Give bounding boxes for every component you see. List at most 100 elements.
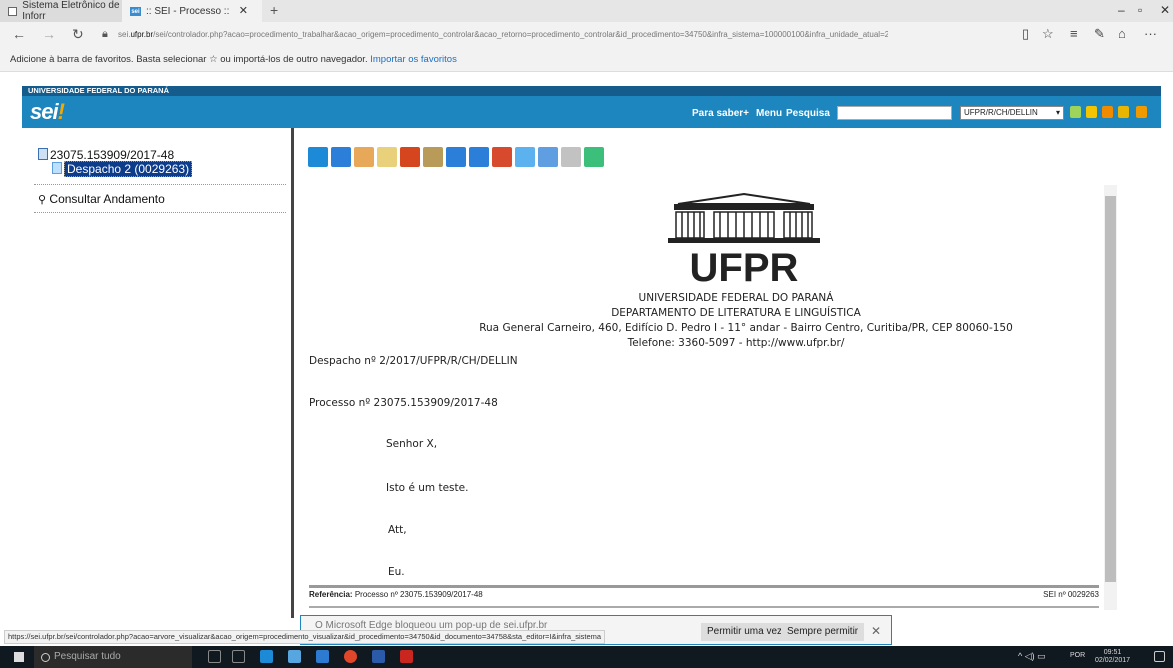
clock-date: 02/02/2017 <box>1095 657 1131 664</box>
magnifier-icon: ⚲ <box>38 194 47 206</box>
sei-number: SEI nº 0029263 <box>1043 590 1099 599</box>
search-input[interactable] <box>837 106 952 120</box>
chrome-icon[interactable] <box>344 650 357 663</box>
menu-link[interactable]: Menu <box>756 108 782 119</box>
allow-once-button[interactable]: Permitir uma vez <box>701 623 789 641</box>
new-tab-button[interactable]: + <box>270 2 278 18</box>
delete-icon[interactable] <box>584 147 604 167</box>
chevron-down-icon: ▾ <box>1055 108 1060 117</box>
print-icon[interactable] <box>492 147 512 167</box>
more-icon[interactable]: ··· <box>1144 26 1157 41</box>
sei-logo[interactable]: sei! <box>30 99 65 125</box>
store-icon[interactable] <box>316 650 329 663</box>
body-text: Isto é um teste. <box>386 482 469 494</box>
status-bar: https://sei.ufpr.br/sei/controlador.php?… <box>4 630 606 644</box>
logout-icon[interactable] <box>1136 106 1147 118</box>
tree-divider <box>34 212 286 213</box>
consultar-andamento-link[interactable]: ⚲ Consultar Andamento <box>38 192 165 206</box>
tab-label: :: SEI - Processo :: <box>146 5 230 17</box>
favorite-star-icon[interactable]: ☆ <box>1042 26 1054 42</box>
tray-icons[interactable]: ^ ◁) ▭ <box>1018 651 1046 662</box>
web-note-icon[interactable]: ✎ <box>1094 26 1105 42</box>
taskbar-search[interactable]: Pesquisar tudo <box>34 646 192 668</box>
doc-header-line: Rua General Carneiro, 460, Edifício D. P… <box>479 322 1013 334</box>
processo-number: Processo nº 23075.153909/2017-48 <box>309 397 498 409</box>
notification-center-icon[interactable] <box>1154 651 1165 662</box>
lock-icon: 🔒︎ <box>102 28 108 40</box>
forward-icon[interactable]: → <box>42 26 56 42</box>
reading-view-icon[interactable]: ▯ <box>1022 26 1029 42</box>
reference-divider <box>309 585 1099 588</box>
annotate-icon[interactable] <box>423 147 443 167</box>
windows-start-icon[interactable] <box>14 652 24 662</box>
grid-icon[interactable] <box>1070 106 1081 118</box>
file-explorer-icon[interactable] <box>288 650 301 663</box>
tools-icon[interactable] <box>1118 106 1129 118</box>
sign-icon[interactable] <box>377 147 397 167</box>
pesquisa-link[interactable]: Pesquisa <box>786 108 830 119</box>
edge-icon[interactable] <box>260 650 273 663</box>
restore-icon[interactable]: ▫ <box>1138 3 1142 17</box>
tab-sei-system[interactable]: Sistema Eletrônico de Inforr <box>0 0 122 22</box>
view-icon[interactable] <box>331 147 351 167</box>
approve-icon[interactable] <box>354 147 374 167</box>
share-icon[interactable]: ⌂ <box>1118 26 1126 41</box>
greeting: Senhor X, <box>386 438 438 450</box>
windows-taskbar: Pesquisar tudo ^ ◁) ▭ POR 09:51 02/02/201… <box>0 646 1173 668</box>
close-window-icon[interactable]: ✕ <box>1160 3 1170 17</box>
closing: Att, <box>388 524 407 536</box>
tab-sei-processo[interactable]: sei :: SEI - Processo :: ✕ <box>122 0 262 22</box>
para-saber-link[interactable]: Para saber+ <box>692 108 749 119</box>
url-field[interactable]: sei.ufpr.br/sei/controlador.php?acao=pro… <box>118 27 888 43</box>
tab-label: Sistema Eletrônico de Inforr <box>22 0 120 22</box>
new-doc-icon[interactable] <box>515 147 535 167</box>
tree-document-item[interactable]: Despacho 2 (0029263) <box>52 161 193 177</box>
email-icon[interactable] <box>561 147 581 167</box>
clock[interactable]: 09:51 02/02/2017 <box>1095 649 1130 665</box>
ref-value: Processo nº 23075.153909/2017-48 <box>354 590 483 599</box>
scrollbar-thumb[interactable] <box>1105 196 1116 582</box>
back-icon[interactable]: ← <box>12 26 26 42</box>
close-icon[interactable]: ✕ <box>871 624 881 638</box>
favorites-bar: Adicione à barra de favoritos. Basta sel… <box>0 48 1173 72</box>
notifications-icon[interactable] <box>1086 106 1097 118</box>
word-icon[interactable] <box>372 650 385 663</box>
send-process-icon[interactable] <box>308 147 328 167</box>
user-icon[interactable] <box>1102 106 1113 118</box>
doc-header-line: DEPARTAMENTO DE LITERATURA E LINGUÍSTICA <box>611 307 861 319</box>
favbar-text: Adicione à barra de favoritos. Basta sel… <box>10 54 368 65</box>
address-bar: ← → ↻ 🔒︎ sei.ufpr.br/sei/controlador.php… <box>0 22 1173 48</box>
pane-splitter[interactable] <box>291 128 294 618</box>
folder-icon <box>38 148 48 160</box>
reference-line: Referência: Processo nº 23075.153909/201… <box>309 590 1099 599</box>
assign-icon[interactable] <box>400 147 420 167</box>
despacho-number: Despacho nº 2/2017/UFPR/R/CH/DELLIN <box>309 355 518 367</box>
unit-select[interactable]: UFPR/R/CH/DELLIN ▾ <box>960 106 1064 120</box>
tree-process-item[interactable]: 23075.153909/2017-48 <box>38 148 174 162</box>
close-tab-icon[interactable]: ✕ <box>239 4 248 17</box>
always-allow-button[interactable]: Sempre permitir <box>781 623 865 641</box>
hub-icon[interactable]: ≡ <box>1070 26 1078 41</box>
reference-divider <box>309 606 1099 608</box>
edit-icon[interactable] <box>446 147 466 167</box>
page-icon <box>8 6 18 16</box>
ufpr-logo-text: UFPR <box>690 246 799 284</box>
url-domain: ufpr.br <box>130 30 154 39</box>
document-label: Despacho 2 (0029263) <box>64 161 193 177</box>
microphone-icon[interactable] <box>208 650 221 663</box>
url-prefix: sei. <box>118 30 131 39</box>
refresh-icon[interactable]: ↻ <box>72 26 84 43</box>
minimize-icon[interactable]: – <box>1118 3 1125 17</box>
import-favorites-link[interactable]: Importar os favoritos <box>370 54 457 65</box>
doc-header-line: UNIVERSIDADE FEDERAL DO PARANÁ <box>638 292 834 304</box>
unit-selected: UFPR/R/CH/DELLIN <box>964 108 1038 117</box>
language-indicator[interactable]: POR <box>1070 652 1085 659</box>
cut-icon[interactable] <box>469 147 489 167</box>
copy-icon[interactable] <box>538 147 558 167</box>
tree-divider <box>34 184 286 185</box>
process-tree: 23075.153909/2017-48 Despacho 2 (0029263… <box>22 128 292 618</box>
task-view-icon[interactable] <box>232 650 245 663</box>
acrobat-icon[interactable] <box>400 650 413 663</box>
browser-tab-bar: Sistema Eletrônico de Inforr sei :: SEI … <box>0 0 1173 22</box>
org-bar: UNIVERSIDADE FEDERAL DO PARANÁ <box>22 86 1161 96</box>
